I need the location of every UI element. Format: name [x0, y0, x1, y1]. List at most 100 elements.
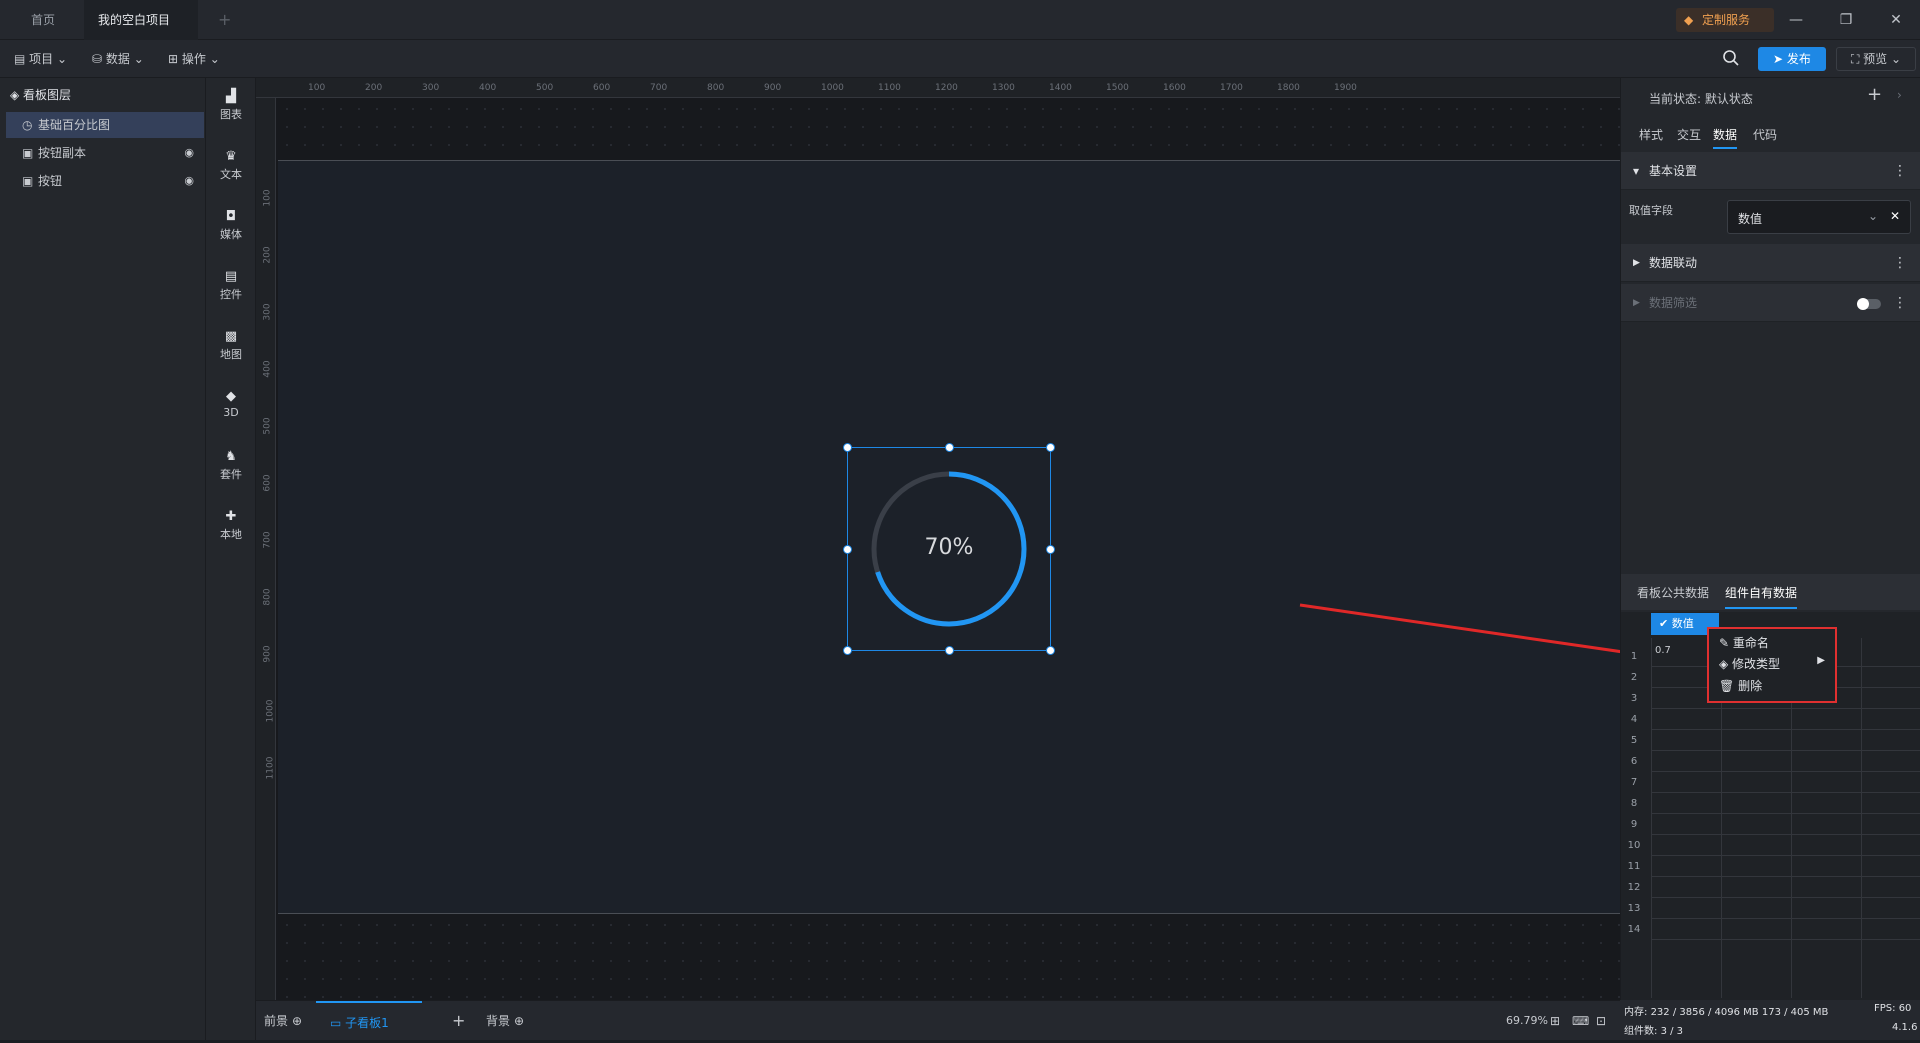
ruler-tick-label: 600	[262, 474, 273, 492]
chevron-right-icon[interactable]: ›	[1897, 88, 1902, 102]
tab-style[interactable]: 样式	[1639, 126, 1663, 143]
column-header-label: 数值	[1671, 617, 1694, 630]
comp-chart[interactable]: ▟ 图表	[206, 90, 256, 122]
tab-board-data[interactable]: 看板公共数据	[1637, 584, 1709, 601]
menu-item-rename[interactable]: ✎ 重命名	[1719, 634, 1769, 651]
resize-handle[interactable]	[1046, 646, 1055, 655]
more-icon[interactable]: ⋮	[1893, 152, 1907, 190]
toolbar: ▤ 项目 ⌄ ⛁ 数据 ⌄ ⊞ 操作 ⌄ ➤ 发布 ⛶ 预览 ⌄	[0, 40, 1920, 78]
resize-handle[interactable]	[945, 646, 954, 655]
grid-col-line	[1651, 638, 1652, 998]
section-title: 数据筛选	[1649, 296, 1698, 310]
database-icon: ⛁	[92, 52, 106, 66]
more-icon[interactable]: ⋮	[1893, 284, 1907, 322]
keyboard-icon[interactable]: ⌨	[1572, 1001, 1589, 1041]
row-number: 11	[1627, 861, 1641, 872]
eye-off-icon[interactable]: ◉	[184, 140, 194, 166]
front-label: 前景	[264, 1014, 289, 1028]
bar-chart-icon: ▟	[226, 89, 236, 104]
tab-component-data[interactable]: 组件自有数据	[1725, 584, 1798, 609]
background-layer-tab[interactable]: 背景 ⊕	[486, 1001, 524, 1041]
comp-3d[interactable]: ◆ 3D	[206, 390, 256, 420]
map-icon: ▩	[224, 329, 238, 344]
front-layer-tab[interactable]: 前景 ⊕	[264, 1001, 302, 1041]
row-number: 14	[1627, 924, 1641, 935]
tab-interaction[interactable]: 交互	[1677, 126, 1701, 143]
grid-row-line	[1651, 792, 1920, 793]
add-board-button[interactable]: +	[452, 1001, 465, 1041]
more-icon[interactable]: ⋮	[1893, 244, 1907, 282]
state-row: 当前状态: 默认状态	[1649, 90, 1753, 107]
comp-local[interactable]: ✚ 本地	[206, 510, 256, 542]
tab-code[interactable]: 代码	[1753, 126, 1777, 143]
resize-handle[interactable]	[843, 443, 852, 452]
ruler-tick-label: 300	[262, 303, 273, 321]
add-state-button[interactable]: +	[1867, 84, 1882, 105]
image-icon: ▣	[22, 146, 34, 160]
resize-handle[interactable]	[1046, 443, 1055, 452]
menu-item-delete[interactable]: 🗑 删除	[1719, 677, 1762, 694]
zoom-level[interactable]: 69.79%	[1506, 1001, 1548, 1041]
search-icon[interactable]	[1722, 49, 1740, 67]
menu-project[interactable]: ▤ 项目 ⌄	[14, 40, 67, 78]
comp-media[interactable]: ◘ 媒体	[206, 210, 256, 242]
field-value: 数值	[1738, 212, 1763, 226]
ruler-tick-label: 1900	[1334, 83, 1357, 93]
menu-item-label: 修改类型	[1732, 657, 1781, 671]
custom-service-label: 定制服务	[1702, 13, 1751, 27]
resize-handle[interactable]	[1046, 545, 1055, 554]
state-value[interactable]: 默认状态	[1705, 92, 1753, 106]
comp-map[interactable]: ▩ 地图	[206, 330, 256, 362]
comp-text[interactable]: ♛ 文本	[206, 150, 256, 182]
custom-service-button[interactable]: ◆ 定制服务	[1676, 8, 1774, 32]
bottom-bar: 前景 ⊕ ▭ 子看板1 + 背景 ⊕ 69.79% ⊞ ⌨ ⊡	[256, 1000, 1620, 1040]
tab-home[interactable]: 首页	[14, 0, 72, 40]
preview-button[interactable]: ⛶ 预览 ⌄	[1836, 47, 1916, 71]
section-basic-settings[interactable]: ▾ 基本设置 ⋮	[1621, 152, 1920, 190]
layer-item-button[interactable]: ▣ 按钮 ◉	[6, 168, 204, 194]
section-data-link[interactable]: ▶ 数据联动 ⋮	[1621, 244, 1920, 282]
cell-value[interactable]: 0.7	[1655, 645, 1671, 656]
menu-item-change-type[interactable]: ◈ 修改类型 ▶	[1719, 655, 1825, 672]
publish-button[interactable]: ➤ 发布	[1758, 47, 1826, 71]
grid-row-line	[1651, 729, 1920, 730]
tab-project[interactable]: 我的空白项目	[84, 0, 198, 65]
tab-project-label: 我的空白项目	[98, 13, 171, 27]
menu-operate[interactable]: ⊞ 操作 ⌄	[168, 40, 220, 78]
caret-right-icon: ▶	[1817, 655, 1825, 666]
tab-data[interactable]: 数据	[1713, 126, 1738, 149]
canvas-dot-grid	[278, 916, 1620, 1000]
add-circle-icon[interactable]: ⊕	[292, 1014, 302, 1028]
sub-board-tab[interactable]: ▭ 子看板1	[316, 1001, 422, 1041]
resize-handle[interactable]	[945, 443, 954, 452]
filter-toggle[interactable]	[1857, 298, 1881, 310]
resize-handle[interactable]	[843, 545, 852, 554]
layer-item-button-copy[interactable]: ▣ 按钮副本 ◉	[6, 140, 204, 166]
add-circle-icon[interactable]: ⊕	[514, 1014, 524, 1028]
restore-button[interactable]: ❐	[1830, 8, 1862, 32]
menu-data[interactable]: ⛁ 数据 ⌄	[92, 40, 144, 78]
fit-screen-icon[interactable]: ⊞	[1550, 1001, 1560, 1041]
layer-item-percent-chart[interactable]: ◷ 基础百分比图	[6, 112, 204, 138]
minimize-button[interactable]: —	[1780, 8, 1812, 32]
check-icon: ✔	[1659, 617, 1672, 630]
ruler-tick-label: 200	[262, 246, 273, 264]
row-number: 1	[1630, 651, 1638, 662]
close-button[interactable]: ✕	[1880, 8, 1912, 32]
value-field-select[interactable]: 数值 ⌄ ✕	[1727, 200, 1911, 234]
comp-control[interactable]: ▤ 控件	[206, 270, 256, 302]
new-tab-button[interactable]: +	[204, 0, 245, 40]
ruler-tick-label: 1100	[265, 756, 276, 780]
ruler-tick-label: 800	[707, 83, 725, 93]
caret-down-icon: ▾	[1633, 164, 1640, 178]
section-data-filter[interactable]: ▶ 数据筛选 ⋮	[1621, 284, 1920, 322]
ruler-tick-label: 800	[262, 588, 273, 606]
clear-icon[interactable]: ✕	[1890, 209, 1900, 223]
selection-box[interactable]	[843, 443, 1055, 655]
grid-row-line	[1651, 771, 1920, 772]
row-number: 4	[1630, 714, 1638, 725]
resize-handle[interactable]	[843, 646, 852, 655]
terminal-icon[interactable]: ⊡	[1596, 1001, 1606, 1041]
eye-off-icon[interactable]: ◉	[184, 168, 194, 194]
comp-kit[interactable]: ♞ 套件	[206, 450, 256, 482]
